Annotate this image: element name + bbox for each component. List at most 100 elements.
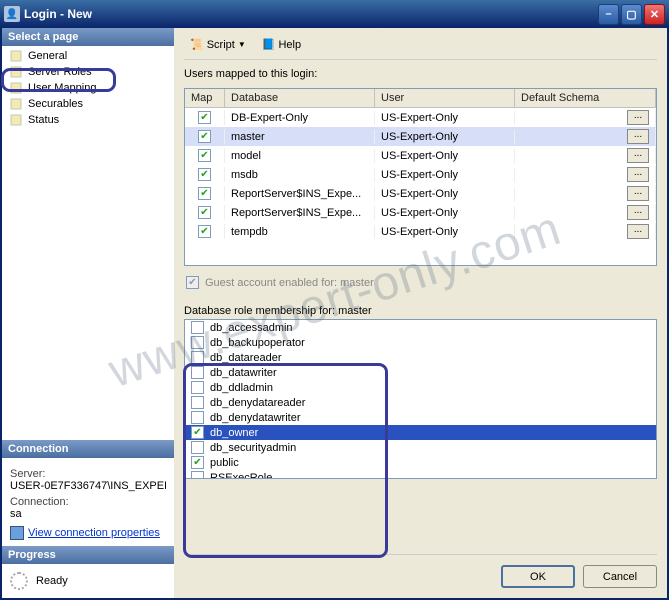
table-row[interactable]: ReportServer$INS_Expe...US-Expert-Only..… [185, 184, 656, 203]
table-row[interactable]: msdbUS-Expert-Only... [185, 165, 656, 184]
view-connection-properties-link[interactable]: View connection properties [28, 527, 160, 539]
sidebar-item-server-roles[interactable]: Server Roles [2, 64, 174, 80]
role-checkbox[interactable] [191, 321, 204, 334]
map-checkbox[interactable] [198, 130, 211, 143]
browse-button[interactable]: ... [627, 186, 649, 201]
role-item[interactable]: db_accessadmin [185, 320, 656, 335]
script-label: Script [207, 39, 235, 51]
browse-button[interactable]: ... [627, 110, 649, 125]
role-label: db_owner [210, 427, 258, 439]
close-button[interactable]: ✕ [644, 4, 665, 25]
role-label: db_ddladmin [210, 382, 273, 394]
cancel-button[interactable]: Cancel [583, 565, 657, 588]
role-checkbox[interactable] [191, 411, 204, 424]
browse-button[interactable]: ... [627, 205, 649, 220]
role-label: RSExecRole [210, 472, 272, 480]
sidebar-item-securables[interactable]: Securables [2, 96, 174, 112]
sidebar-item-label: Server Roles [28, 66, 92, 78]
page-icon [10, 114, 24, 126]
cell-user: US-Expert-Only [375, 168, 515, 182]
cell-database: model [225, 149, 375, 163]
help-button[interactable]: 📘 Help [256, 36, 307, 53]
table-row[interactable]: masterUS-Expert-Only... [185, 127, 656, 146]
role-checkbox[interactable] [191, 351, 204, 364]
cell-database: ReportServer$INS_Expe... [225, 206, 375, 220]
role-checkbox[interactable] [191, 471, 204, 479]
cell-default-schema: ... [515, 166, 656, 183]
main-panel: 📜 Script ▼ 📘 Help Users mapped to this l… [174, 28, 667, 598]
cell-database: tempdb [225, 225, 375, 239]
role-item[interactable]: RSExecRole [185, 470, 656, 479]
sidebar-item-general[interactable]: General [2, 48, 174, 64]
roles-list[interactable]: db_accessadmindb_backupoperatordb_datare… [184, 319, 657, 479]
progress-value: Ready [36, 575, 68, 587]
map-checkbox[interactable] [198, 206, 211, 219]
sidebar-item-label: General [28, 50, 67, 62]
browse-button[interactable]: ... [627, 224, 649, 239]
role-item[interactable]: db_denydatawriter [185, 410, 656, 425]
role-item[interactable]: db_datareader [185, 350, 656, 365]
role-checkbox[interactable] [191, 381, 204, 394]
connection-value: sa [10, 508, 166, 520]
role-item[interactable]: db_owner [185, 425, 656, 440]
role-checkbox[interactable] [191, 441, 204, 454]
role-checkbox[interactable] [191, 426, 204, 439]
minimize-button[interactable]: – [598, 4, 619, 25]
cell-default-schema: ... [515, 223, 656, 240]
map-checkbox[interactable] [198, 149, 211, 162]
cell-default-schema: ... [515, 109, 656, 126]
role-label: db_securityadmin [210, 442, 296, 454]
table-row[interactable]: ReportServer$INS_Expe...US-Expert-Only..… [185, 203, 656, 222]
help-icon: 📘 [262, 38, 276, 51]
role-item[interactable]: db_securityadmin [185, 440, 656, 455]
browse-button[interactable]: ... [627, 148, 649, 163]
properties-icon [10, 526, 24, 540]
cell-user: US-Expert-Only [375, 130, 515, 144]
table-row[interactable]: modelUS-Expert-Only... [185, 146, 656, 165]
page-icon [10, 50, 24, 62]
role-item[interactable]: db_denydatareader [185, 395, 656, 410]
role-checkbox[interactable] [191, 456, 204, 469]
role-item[interactable]: db_backupoperator [185, 335, 656, 350]
role-checkbox[interactable] [191, 396, 204, 409]
maximize-button[interactable]: ▢ [621, 4, 642, 25]
users-mapped-grid[interactable]: Map Database User Default Schema DB-Expe… [184, 88, 657, 266]
ok-button[interactable]: OK [501, 565, 575, 588]
map-checkbox[interactable] [198, 225, 211, 238]
col-database[interactable]: Database [225, 89, 375, 107]
table-row[interactable]: DB-Expert-OnlyUS-Expert-Only... [185, 108, 656, 127]
chevron-down-icon: ▼ [238, 40, 246, 49]
browse-button[interactable]: ... [627, 129, 649, 144]
script-button[interactable]: 📜 Script ▼ [184, 36, 252, 53]
role-label: db_denydatareader [210, 397, 305, 409]
sidebar: Select a page General Server Roles User … [2, 28, 174, 598]
cell-default-schema: ... [515, 185, 656, 202]
role-item[interactable]: db_ddladmin [185, 380, 656, 395]
role-label: db_accessadmin [210, 322, 293, 334]
role-item[interactable]: public [185, 455, 656, 470]
role-item[interactable]: db_datawriter [185, 365, 656, 380]
map-checkbox[interactable] [198, 168, 211, 181]
browse-button[interactable]: ... [627, 167, 649, 182]
window-title: Login - New [24, 7, 598, 21]
toolbar: 📜 Script ▼ 📘 Help [184, 34, 657, 60]
role-checkbox[interactable] [191, 336, 204, 349]
sidebar-item-user-mapping[interactable]: User Mapping [2, 80, 174, 96]
sidebar-item-status[interactable]: Status [2, 112, 174, 128]
sidebar-item-label: Securables [28, 98, 83, 110]
users-mapped-label: Users mapped to this login: [184, 66, 657, 82]
cell-user: US-Expert-Only [375, 187, 515, 201]
col-user[interactable]: User [375, 89, 515, 107]
col-map[interactable]: Map [185, 89, 225, 107]
role-checkbox[interactable] [191, 366, 204, 379]
sidebar-header-select: Select a page [2, 28, 174, 46]
map-checkbox[interactable] [198, 111, 211, 124]
table-row[interactable]: tempdbUS-Expert-Only... [185, 222, 656, 241]
cell-user: US-Expert-Only [375, 225, 515, 239]
cell-database: msdb [225, 168, 375, 182]
guest-checkbox [186, 276, 199, 289]
map-checkbox[interactable] [198, 187, 211, 200]
role-label: db_datawriter [210, 367, 277, 379]
col-default-schema[interactable]: Default Schema [515, 89, 656, 107]
cell-user: US-Expert-Only [375, 206, 515, 220]
